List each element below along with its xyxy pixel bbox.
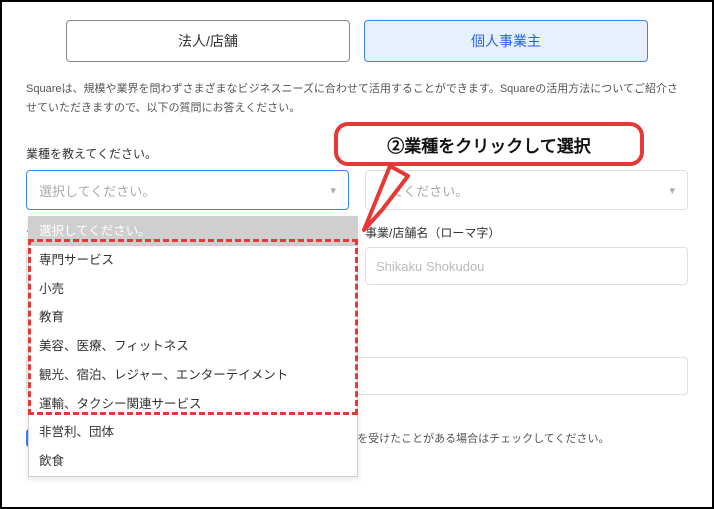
- dropdown-option[interactable]: 飲食: [29, 447, 357, 476]
- industry-select[interactable]: 選択してください。 ▾: [26, 170, 349, 210]
- name-roman-input[interactable]: [365, 247, 688, 285]
- industry-detail-select[interactable]: してください。 ▾: [365, 170, 688, 210]
- tab-corporate[interactable]: 法人/店舗: [66, 20, 350, 62]
- dropdown-option[interactable]: 運輸、タクシー関連サービス: [29, 390, 357, 419]
- chevron-down-icon: ▾: [330, 184, 336, 197]
- industry-dropdown[interactable]: 選択してください。 専門サービス 小売 教育 美容、医療、フィットネス 観光、宿…: [28, 216, 358, 477]
- annotation-callout: ②業種をクリックして選択: [334, 122, 644, 166]
- intro-text: Squareは、規模や業界を問わずさまざまなビジネスニーズに合わせて活用すること…: [26, 80, 688, 117]
- dropdown-option[interactable]: 選択してください。: [29, 217, 357, 246]
- dropdown-option[interactable]: 非営利、団体: [29, 418, 357, 447]
- dropdown-option[interactable]: 小売: [29, 275, 357, 304]
- dropdown-option[interactable]: 美容、医療、フィットネス: [29, 332, 357, 361]
- industry-select-placeholder: 選択してください。: [39, 181, 155, 200]
- tab-sole-proprietor[interactable]: 個人事業主: [364, 20, 648, 62]
- name-roman-label: 事業/店舗名（ローマ字）: [365, 224, 688, 241]
- annotation-callout-text: ②業種をクリックして選択: [387, 132, 591, 157]
- chevron-down-icon: ▾: [669, 184, 675, 197]
- industry-detail-placeholder: してください。: [378, 181, 468, 200]
- dropdown-option[interactable]: 観光、宿泊、レジャー、エンターテイメント: [29, 361, 357, 390]
- dropdown-option[interactable]: 専門サービス: [29, 246, 357, 275]
- dropdown-option[interactable]: 教育: [29, 303, 357, 332]
